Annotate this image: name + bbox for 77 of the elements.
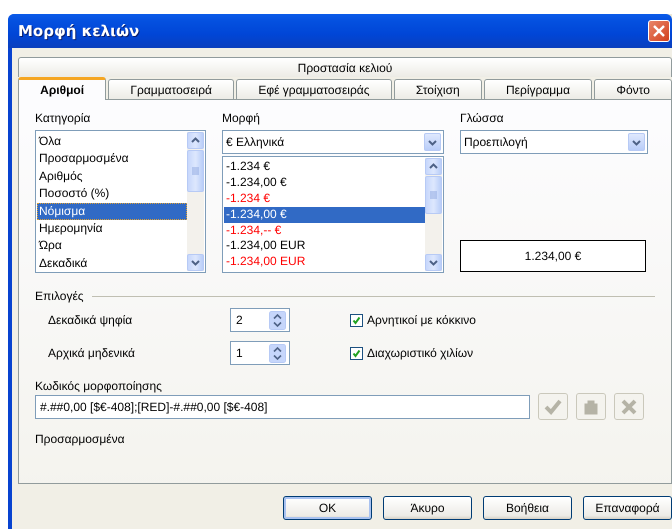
scroll-down-button[interactable]	[425, 254, 442, 271]
check-icon	[352, 316, 361, 324]
comment-text: Προσαρμοσμένα	[35, 432, 126, 446]
field-label: Κωδικός μορφοποίησης	[35, 379, 163, 393]
scroll-down-button[interactable]	[187, 254, 204, 271]
item-text: -1.234,00 EUR	[226, 238, 306, 252]
chevron-down-icon	[191, 259, 200, 266]
field-label: Μορφή	[222, 110, 261, 127]
list-item[interactable]: Δεκαδικά	[37, 254, 187, 272]
spin-field[interactable]: 1	[230, 341, 290, 365]
field-label: Αρχικά μηδενικά	[48, 346, 136, 360]
dialog-button[interactable]: Βοήθεια	[483, 496, 572, 520]
chevron-down-icon	[428, 138, 437, 146]
scroll-up-button[interactable]	[425, 158, 442, 175]
checkbox[interactable]: Αρνητικοί με κόκκινο	[350, 313, 655, 327]
list-item[interactable]: -1.234 €	[224, 159, 425, 175]
scrollbar[interactable]	[425, 158, 442, 271]
tab[interactable]: Στοίχιση	[394, 79, 482, 99]
dropdown-field[interactable]: € Ελληνικά	[222, 130, 444, 154]
dialog-button[interactable]: Επαναφορά	[583, 496, 672, 520]
scroll-up-button[interactable]	[187, 132, 204, 149]
list-item[interactable]: -1.234,00 €	[224, 174, 425, 191]
item-text: -1.234 €	[226, 159, 270, 173]
check-icon	[352, 348, 361, 358]
field-label: Κατηγορία	[35, 110, 92, 127]
checkbox-box[interactable]	[350, 346, 363, 360]
tab[interactable]: Φόντο	[594, 79, 672, 99]
input-field[interactable]: #.##0,00 [$€-408];[RED]-#.##0,00 [$€-408]	[35, 394, 530, 418]
checkbox-box[interactable]	[350, 314, 363, 326]
close-button[interactable]	[648, 20, 670, 42]
spin-field[interactable]: 2	[230, 308, 290, 332]
tab[interactable]: Εφέ γραμματοσειράς	[236, 79, 392, 99]
tab[interactable]: Αριθμοί	[18, 77, 106, 100]
chevron-up-icon	[429, 163, 438, 170]
list-item[interactable]: Ώρα	[37, 237, 187, 255]
window-title: Μορφή κελιών	[18, 22, 140, 40]
chevron-down-icon	[632, 138, 641, 146]
list-item[interactable]: -1.234,00 EUR	[224, 254, 425, 270]
list-item[interactable]: -1.234 €	[224, 190, 425, 207]
list-item[interactable]: -1.234,00 EUR	[224, 238, 425, 254]
scrollbar[interactable]	[187, 132, 204, 271]
chevron-down-icon	[429, 259, 438, 266]
check-icon	[544, 398, 562, 416]
list-item[interactable]: Αριθμός	[37, 168, 187, 186]
close-icon	[652, 24, 666, 38]
item-text: -1.234,00 €	[226, 174, 287, 189]
grip-icon	[192, 167, 199, 175]
section-title: Επιλογές	[35, 289, 84, 303]
cross-icon	[620, 398, 638, 416]
grip-icon	[430, 191, 437, 199]
note-icon	[582, 398, 600, 416]
item-text: -1.234,-- €	[226, 222, 282, 237]
checkbox[interactable]: Διαχωριστικό χιλίων	[350, 346, 655, 360]
scroll-thumb[interactable]	[425, 176, 442, 214]
field-label: Γλώσσα	[460, 110, 505, 127]
spin-arrows-icon	[269, 310, 286, 330]
item-text: -1.234,00 €	[226, 206, 287, 221]
list-item[interactable]: Νόμισμα	[37, 202, 187, 220]
tab[interactable]: Περίγραμμα	[484, 79, 592, 99]
dialog-button[interactable]: OK	[283, 496, 372, 520]
field-label: Δεκαδικά ψηφία	[48, 313, 134, 327]
list-item[interactable]: Όλα	[37, 133, 187, 150]
list-item[interactable]: Ημερομηνία	[37, 220, 187, 238]
list-item[interactable]: -1.234,00 €	[224, 206, 425, 223]
spin-arrows-icon	[269, 344, 286, 362]
list-item[interactable]: -1.234,-- €	[224, 222, 425, 238]
chevron-up-icon	[191, 137, 200, 144]
dialog-button[interactable]: Άκυρο	[383, 496, 472, 520]
tab[interactable]: Γραμματοσειρά	[108, 79, 234, 99]
dropdown-field[interactable]: Προεπιλογή	[460, 130, 648, 154]
list-item[interactable]: Ποσοστό (%)	[37, 185, 187, 203]
list-item[interactable]: Προσαρμοσμένα	[37, 150, 187, 168]
item-text: -1.234 €	[226, 190, 270, 205]
preview-box: 1.234,00 €	[460, 240, 646, 272]
scroll-thumb[interactable]	[187, 150, 204, 192]
item-text: -1.234,00 EUR	[226, 254, 306, 268]
tab[interactable]: Προστασία κελιού	[18, 57, 672, 77]
